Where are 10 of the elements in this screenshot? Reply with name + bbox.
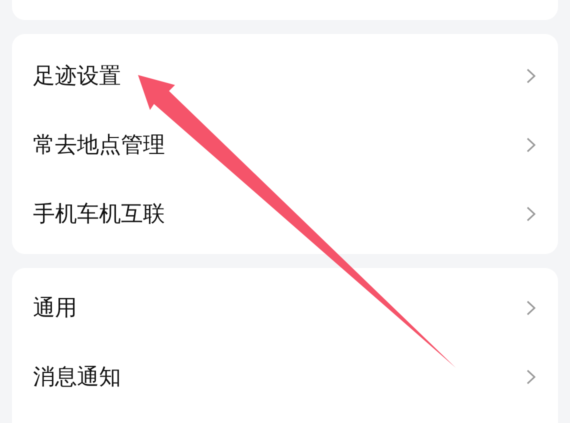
settings-item[interactable]: 常去地点管理 <box>33 130 165 160</box>
settings-item[interactable]: 足迹设置 <box>33 60 121 90</box>
settings-item[interactable]: 手机车机互联 <box>33 198 165 228</box>
settings-item[interactable]: 消息通知 <box>33 362 121 392</box>
chevron-right-icon <box>526 300 536 316</box>
chevron-right-icon <box>526 68 536 84</box>
settings-item[interactable]: 通用 <box>33 292 77 322</box>
chevron-right-icon <box>526 136 536 152</box>
chevron-right-icon <box>526 368 536 384</box>
chevron-right-icon <box>526 206 536 222</box>
